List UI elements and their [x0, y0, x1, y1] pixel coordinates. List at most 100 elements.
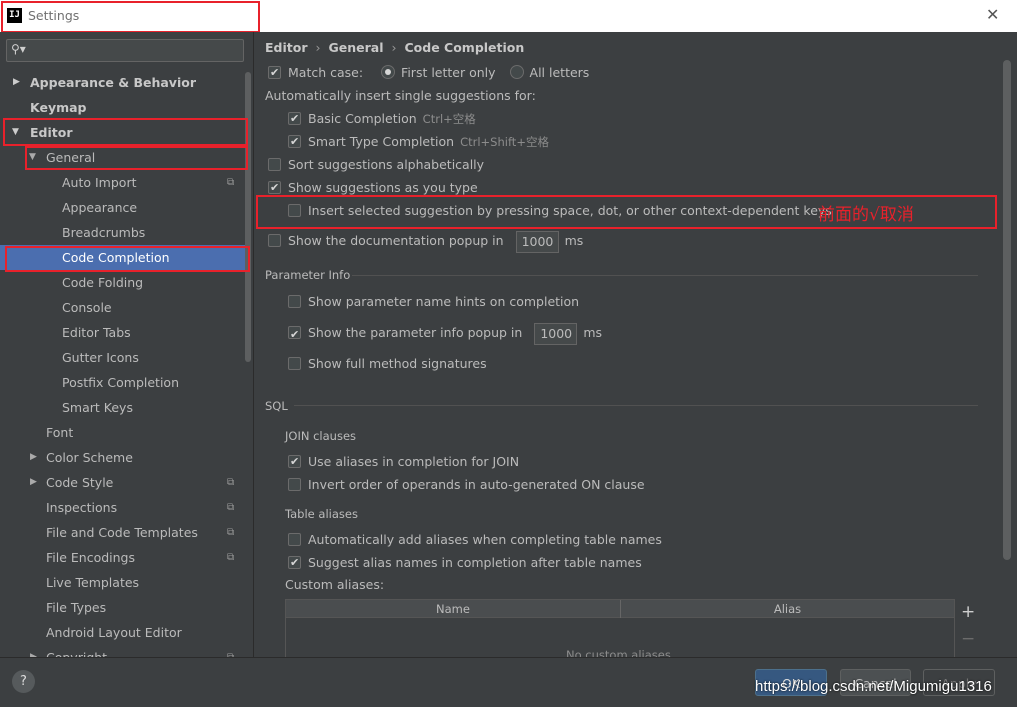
basic-completion-row: Basic Completion Ctrl+空格	[288, 109, 476, 129]
sidebar-item-smart-keys[interactable]: Smart Keys	[0, 395, 245, 420]
column-header-alias[interactable]: Alias	[621, 600, 954, 618]
sidebar-item-copyright[interactable]: ▶ Copyright ⧉	[0, 645, 245, 657]
sidebar-item-label: Keymap	[30, 100, 87, 115]
sidebar-item-code-style[interactable]: ▶ Code Style ⧉	[0, 470, 245, 495]
sidebar-item-file-code-templates[interactable]: File and Code Templates ⧉	[0, 520, 245, 545]
sidebar-item-gutter-icons[interactable]: Gutter Icons	[0, 345, 245, 370]
sidebar-scrollbar[interactable]	[245, 72, 251, 362]
table-header: Name Alias	[286, 600, 954, 618]
sidebar-item-general[interactable]: ▼ General	[0, 145, 245, 170]
sidebar-item-label: Appearance & Behavior	[30, 75, 196, 90]
chevron-down-icon[interactable]: ▼	[12, 120, 19, 145]
breadcrumb: Editor › General › Code Completion	[265, 40, 524, 55]
name-hints-checkbox[interactable]	[288, 295, 301, 308]
project-settings-icon: ⧉	[227, 552, 235, 563]
sidebar-item-label: Gutter Icons	[62, 350, 139, 365]
full-sigs-checkbox[interactable]	[288, 357, 301, 370]
suggest-alias-checkbox[interactable]	[288, 553, 301, 573]
breadcrumb-general[interactable]: General	[329, 40, 384, 55]
invert-order-label: Invert order of operands in auto-generat…	[308, 477, 645, 492]
sidebar-item-code-completion[interactable]: Code Completion	[0, 245, 245, 270]
intellij-app-icon: IJ	[7, 8, 22, 23]
chevron-right-icon[interactable]: ▶	[30, 445, 37, 470]
title-bar: IJ Settings ✕	[0, 0, 1017, 32]
sort-alpha-label: Sort suggestions alphabetically	[288, 157, 485, 172]
doc-popup-label: Show the documentation popup in	[288, 233, 504, 248]
use-aliases-checkbox[interactable]	[288, 452, 301, 472]
sidebar-item-label: Code Style	[46, 475, 114, 490]
dialog-button-bar: ? OK Cancel Apply https://blog.csdn.net/…	[0, 657, 1017, 707]
chevron-right-icon[interactable]: ▶	[13, 70, 20, 95]
info-popup-checkbox[interactable]	[288, 323, 301, 347]
sidebar-item-label: Smart Keys	[62, 400, 133, 415]
breadcrumb-editor[interactable]: Editor	[265, 40, 308, 55]
content-scrollbar[interactable]	[1003, 60, 1011, 560]
param-info-heading: Parameter Info	[265, 268, 351, 282]
sidebar-item-label: Copyright	[46, 645, 107, 657]
sidebar-item-label: Font	[46, 425, 74, 440]
sidebar-item-label: Code Completion	[62, 250, 170, 265]
param-info-divider	[352, 275, 978, 276]
first-letter-radio[interactable]	[381, 65, 396, 79]
suggest-alias-row: Suggest alias names in completion after …	[288, 553, 642, 573]
doc-popup-ms-unit: ms	[564, 233, 584, 248]
sidebar-item-editor-tabs[interactable]: Editor Tabs	[0, 320, 245, 345]
custom-aliases-table[interactable]: Name Alias No custom aliases	[285, 599, 955, 657]
custom-aliases-label: Custom aliases:	[285, 577, 385, 592]
sidebar-item-console[interactable]: Console	[0, 295, 245, 320]
sidebar-item-label: Live Templates	[46, 575, 140, 590]
sidebar-item-editor[interactable]: ▼ Editor	[0, 120, 245, 145]
chevron-down-icon[interactable]: ▼	[29, 145, 36, 170]
window-title: Settings	[28, 8, 80, 23]
insert-selected-checkbox[interactable]	[288, 204, 301, 217]
basic-completion-checkbox[interactable]	[288, 109, 301, 129]
sidebar-item-auto-import[interactable]: Auto Import ⧉	[0, 170, 245, 195]
column-header-name[interactable]: Name	[286, 600, 620, 618]
add-alias-icon[interactable]: +	[961, 602, 975, 622]
match-case-label: Match case:	[288, 65, 364, 80]
info-popup-ms-input[interactable]: 1000	[534, 322, 578, 345]
chevron-right-icon[interactable]: ▶	[30, 645, 37, 657]
sidebar-item-file-types[interactable]: File Types	[0, 595, 245, 620]
basic-completion-shortcut: Ctrl+空格	[422, 112, 476, 126]
sidebar-item-code-folding[interactable]: Code Folding	[0, 270, 245, 295]
invert-order-checkbox[interactable]	[288, 478, 301, 491]
chevron-right-icon[interactable]: ▶	[30, 470, 37, 495]
match-case-checkbox[interactable]	[268, 63, 281, 83]
auto-add-aliases-checkbox[interactable]	[288, 533, 301, 546]
full-sigs-label: Show full method signatures	[308, 356, 487, 371]
sidebar-item-label: Editor Tabs	[62, 325, 131, 340]
sidebar-item-label: File Types	[46, 600, 107, 615]
doc-popup-checkbox[interactable]	[268, 234, 281, 247]
sidebar-item-live-templates[interactable]: Live Templates	[0, 570, 245, 595]
show-as-type-checkbox[interactable]	[268, 178, 281, 198]
sidebar-item-keymap[interactable]: Keymap	[0, 95, 245, 120]
all-letters-radio[interactable]	[509, 65, 524, 79]
sidebar-item-breadcrumbs[interactable]: Breadcrumbs	[0, 220, 245, 245]
sidebar-item-file-encodings[interactable]: File Encodings ⧉	[0, 545, 245, 570]
close-icon[interactable]: ✕	[986, 5, 999, 24]
settings-sidebar: ⚲▾ ▶ Appearance & Behavior Keymap ▼ Edit…	[0, 32, 253, 657]
search-input[interactable]: ⚲▾	[6, 39, 244, 62]
sidebar-item-inspections[interactable]: Inspections ⧉	[0, 495, 245, 520]
project-settings-icon: ⧉	[227, 477, 235, 488]
doc-popup-ms-input[interactable]: 1000	[515, 230, 559, 253]
help-icon[interactable]: ?	[12, 670, 35, 693]
settings-content: Editor › General › Code Completion Match cas…	[253, 32, 1017, 657]
sidebar-item-label: Code Folding	[62, 275, 144, 290]
project-settings-icon: ⧉	[227, 645, 234, 657]
sort-alpha-checkbox[interactable]	[268, 158, 281, 171]
sidebar-item-postfix-completion[interactable]: Postfix Completion	[0, 370, 245, 395]
remove-alias-icon[interactable]: −	[961, 629, 975, 649]
sidebar-item-label: Color Scheme	[46, 450, 133, 465]
sidebar-item-font[interactable]: Font	[0, 420, 245, 445]
breadcrumb-code-completion: Code Completion	[404, 40, 525, 55]
smart-completion-checkbox[interactable]	[288, 132, 301, 152]
sidebar-item-android-layout-editor[interactable]: Android Layout Editor	[0, 620, 245, 645]
table-empty-text: No custom aliases	[566, 648, 671, 657]
project-settings-icon: ⧉	[227, 177, 235, 188]
sidebar-item-appearance[interactable]: Appearance	[0, 195, 245, 220]
sidebar-item-label: Postfix Completion	[62, 375, 179, 390]
sidebar-item-color-scheme[interactable]: ▶ Color Scheme	[0, 445, 245, 470]
sidebar-item-appearance-behavior[interactable]: ▶ Appearance & Behavior	[0, 70, 245, 95]
